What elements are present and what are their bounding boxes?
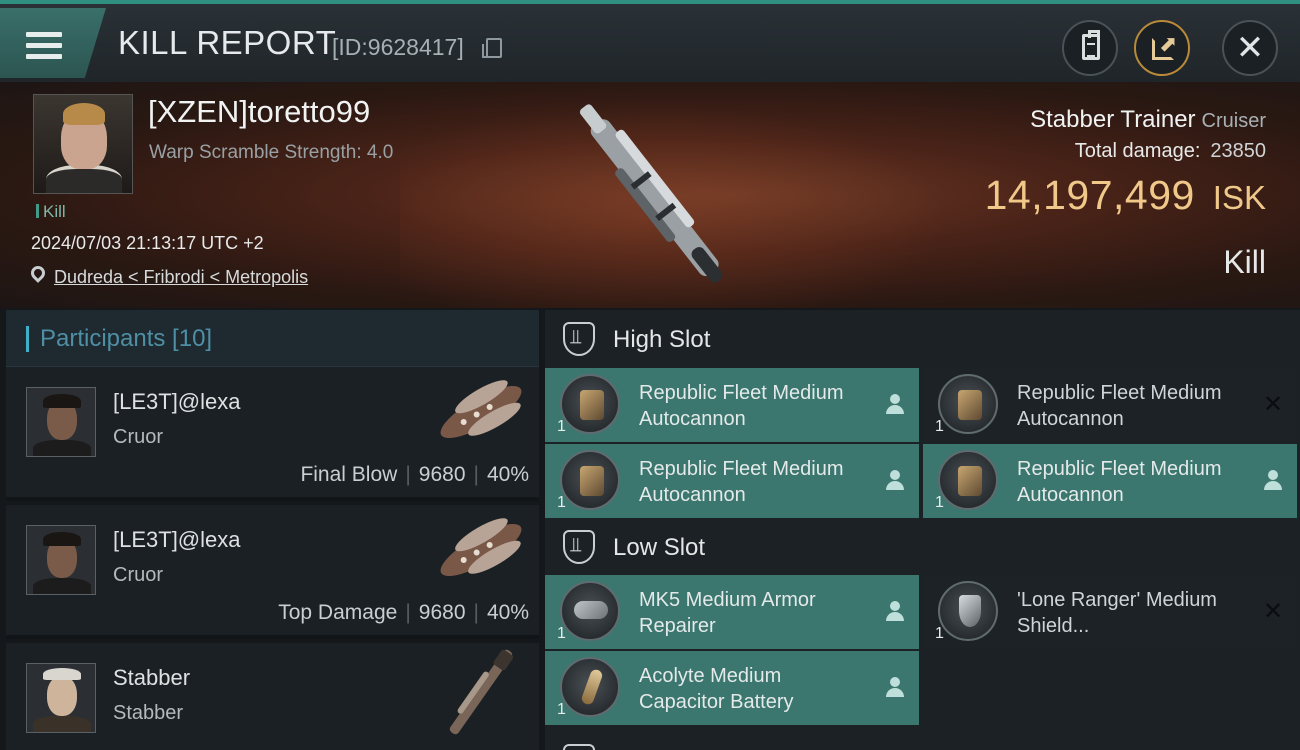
participant-ship: Cruor — [113, 426, 164, 448]
share-button[interactable] — [1134, 20, 1190, 76]
module-name: Republic Fleet Medium Autocannon — [639, 458, 844, 506]
slot-icon — [563, 530, 595, 564]
copy-icon[interactable] — [482, 38, 502, 58]
pin-icon — [28, 263, 48, 283]
module-qty: 1 — [935, 418, 944, 435]
report-id: [ID:9628417] — [332, 34, 464, 60]
victim-hero: [XZEN]toretto99 Warp Scramble Strength: … — [0, 82, 1300, 308]
victim-name[interactable]: [XZEN]toretto99 — [148, 94, 370, 130]
armor-repairer-icon — [560, 581, 620, 641]
autocannon-icon — [560, 450, 620, 510]
autocannon-icon — [560, 374, 620, 434]
kill-type: Kill — [1223, 244, 1266, 280]
location-link[interactable]: Dudreda < Fribrodi < Metropolis — [54, 267, 308, 288]
participant-name: [LE3T]@lexa — [113, 527, 241, 552]
avatar — [26, 387, 96, 457]
module-slot[interactable]: 1 MK5 Medium Armor Repairer — [545, 575, 919, 649]
module-name: Republic Fleet Medium Autocannon — [639, 382, 844, 430]
low-slot-header: Low Slot — [545, 518, 1300, 576]
participant-ship: Stabber — [113, 702, 184, 724]
low-slot-title: Low Slot — [613, 534, 706, 561]
x-icon: ✕ — [1263, 390, 1284, 418]
slot-icon — [563, 744, 595, 750]
kill-tag: Kill — [36, 202, 66, 222]
participant-stats: Top Damage | 9680 | 40% — [278, 601, 529, 624]
victim-portrait[interactable] — [33, 94, 133, 194]
module-slot[interactable]: 1 Acolyte Medium Capacitor Battery — [545, 651, 919, 725]
participant-row[interactable]: [LE3T]@lexa Cruor Final Blow | 9680 | 40% — [6, 367, 539, 501]
clipboard-icon — [1082, 30, 1100, 60]
participant-name: Stabber — [113, 665, 191, 690]
clipboard-button[interactable] — [1062, 20, 1118, 76]
isk-value-row: 14,197,499 ISK — [985, 172, 1266, 219]
module-slot[interactable]: 1 Republic Fleet Medium Autocannon ✕ — [923, 368, 1297, 442]
participants-panel: Participants [10] [LE3T]@lexa Cruor Fina… — [6, 310, 539, 750]
ship-class: Cruiser — [1201, 110, 1266, 132]
participant-ship-image — [440, 518, 522, 576]
module-qty: 1 — [557, 701, 566, 718]
top-bar: KILL REPORT [ID:9628417] ✕ — [0, 0, 1300, 82]
participant-ship: Cruor — [113, 564, 164, 586]
kill-datetime: 2024/07/03 21:13:17 UTC +2 — [31, 233, 264, 253]
ship-image[interactable] — [520, 82, 780, 308]
participants-label: Participants [10] — [40, 325, 213, 352]
high-slot-title: High Slot — [613, 326, 711, 353]
person-icon — [885, 677, 905, 697]
module-name: Acolyte Medium Capacitor Battery — [639, 665, 794, 713]
avatar — [26, 663, 96, 733]
isk-value: 14,197,499 — [984, 172, 1195, 218]
participant-stats: Final Blow | 9680 | 40% — [300, 463, 529, 486]
menu-icon — [26, 32, 62, 60]
shield-icon — [938, 581, 998, 641]
next-slot-header — [545, 732, 1300, 750]
page-title: KILL REPORT — [118, 24, 337, 61]
participants-header[interactable]: Participants [10] — [6, 310, 539, 367]
ship-name: Stabber Trainer Cruiser — [1030, 106, 1266, 133]
module-slot[interactable]: 1 Republic Fleet Medium Autocannon — [923, 444, 1297, 518]
module-qty: 1 — [557, 418, 566, 435]
module-slot[interactable]: 1 Republic Fleet Medium Autocannon — [545, 368, 919, 442]
module-qty: 1 — [557, 625, 566, 642]
participant-ship-image — [440, 380, 522, 438]
total-damage-value: 23850 — [1210, 140, 1266, 162]
high-slot-header: High Slot — [545, 310, 1300, 368]
slot-icon — [563, 322, 595, 356]
module-qty: 1 — [935, 494, 944, 511]
share-icon — [1152, 31, 1177, 60]
close-icon: ✕ — [1235, 28, 1265, 68]
module-slot[interactable]: 1 Republic Fleet Medium Autocannon — [545, 444, 919, 518]
autocannon-icon — [938, 374, 998, 434]
autocannon-icon — [938, 450, 998, 510]
participant-row[interactable]: [LE3T]@lexa Cruor Top Damage | 9680 | 40% — [6, 505, 539, 639]
participant-name: [LE3T]@lexa — [113, 389, 241, 414]
person-icon — [885, 601, 905, 621]
person-icon — [885, 394, 905, 414]
fitting-panel: High Slot 1 Republic Fleet Medium Autoca… — [545, 310, 1300, 750]
module-slot[interactable]: 1 'Lone Ranger' Medium Shield... ✕ — [923, 575, 1297, 649]
module-name: 'Lone Ranger' Medium Shield... — [1017, 589, 1217, 637]
module-name: MK5 Medium Armor Repairer — [639, 589, 816, 637]
module-name: Republic Fleet Medium Autocannon — [1017, 458, 1222, 506]
x-icon: ✕ — [1263, 597, 1284, 625]
isk-unit: ISK — [1212, 179, 1266, 216]
capacitor-battery-icon — [560, 657, 620, 717]
module-name: Republic Fleet Medium Autocannon — [1017, 382, 1222, 430]
module-qty: 1 — [557, 494, 566, 511]
participant-ship-image — [449, 649, 514, 735]
menu-button[interactable] — [0, 8, 106, 78]
module-qty: 1 — [935, 625, 944, 642]
avatar — [26, 525, 96, 595]
person-icon — [885, 470, 905, 490]
total-damage: Total damage: 23850 — [1074, 140, 1266, 162]
person-icon — [1263, 470, 1283, 490]
close-button[interactable]: ✕ — [1222, 20, 1278, 76]
participant-row[interactable]: Stabber Stabber — [6, 643, 539, 750]
victim-subtitle: Warp Scramble Strength: 4.0 — [149, 142, 394, 163]
